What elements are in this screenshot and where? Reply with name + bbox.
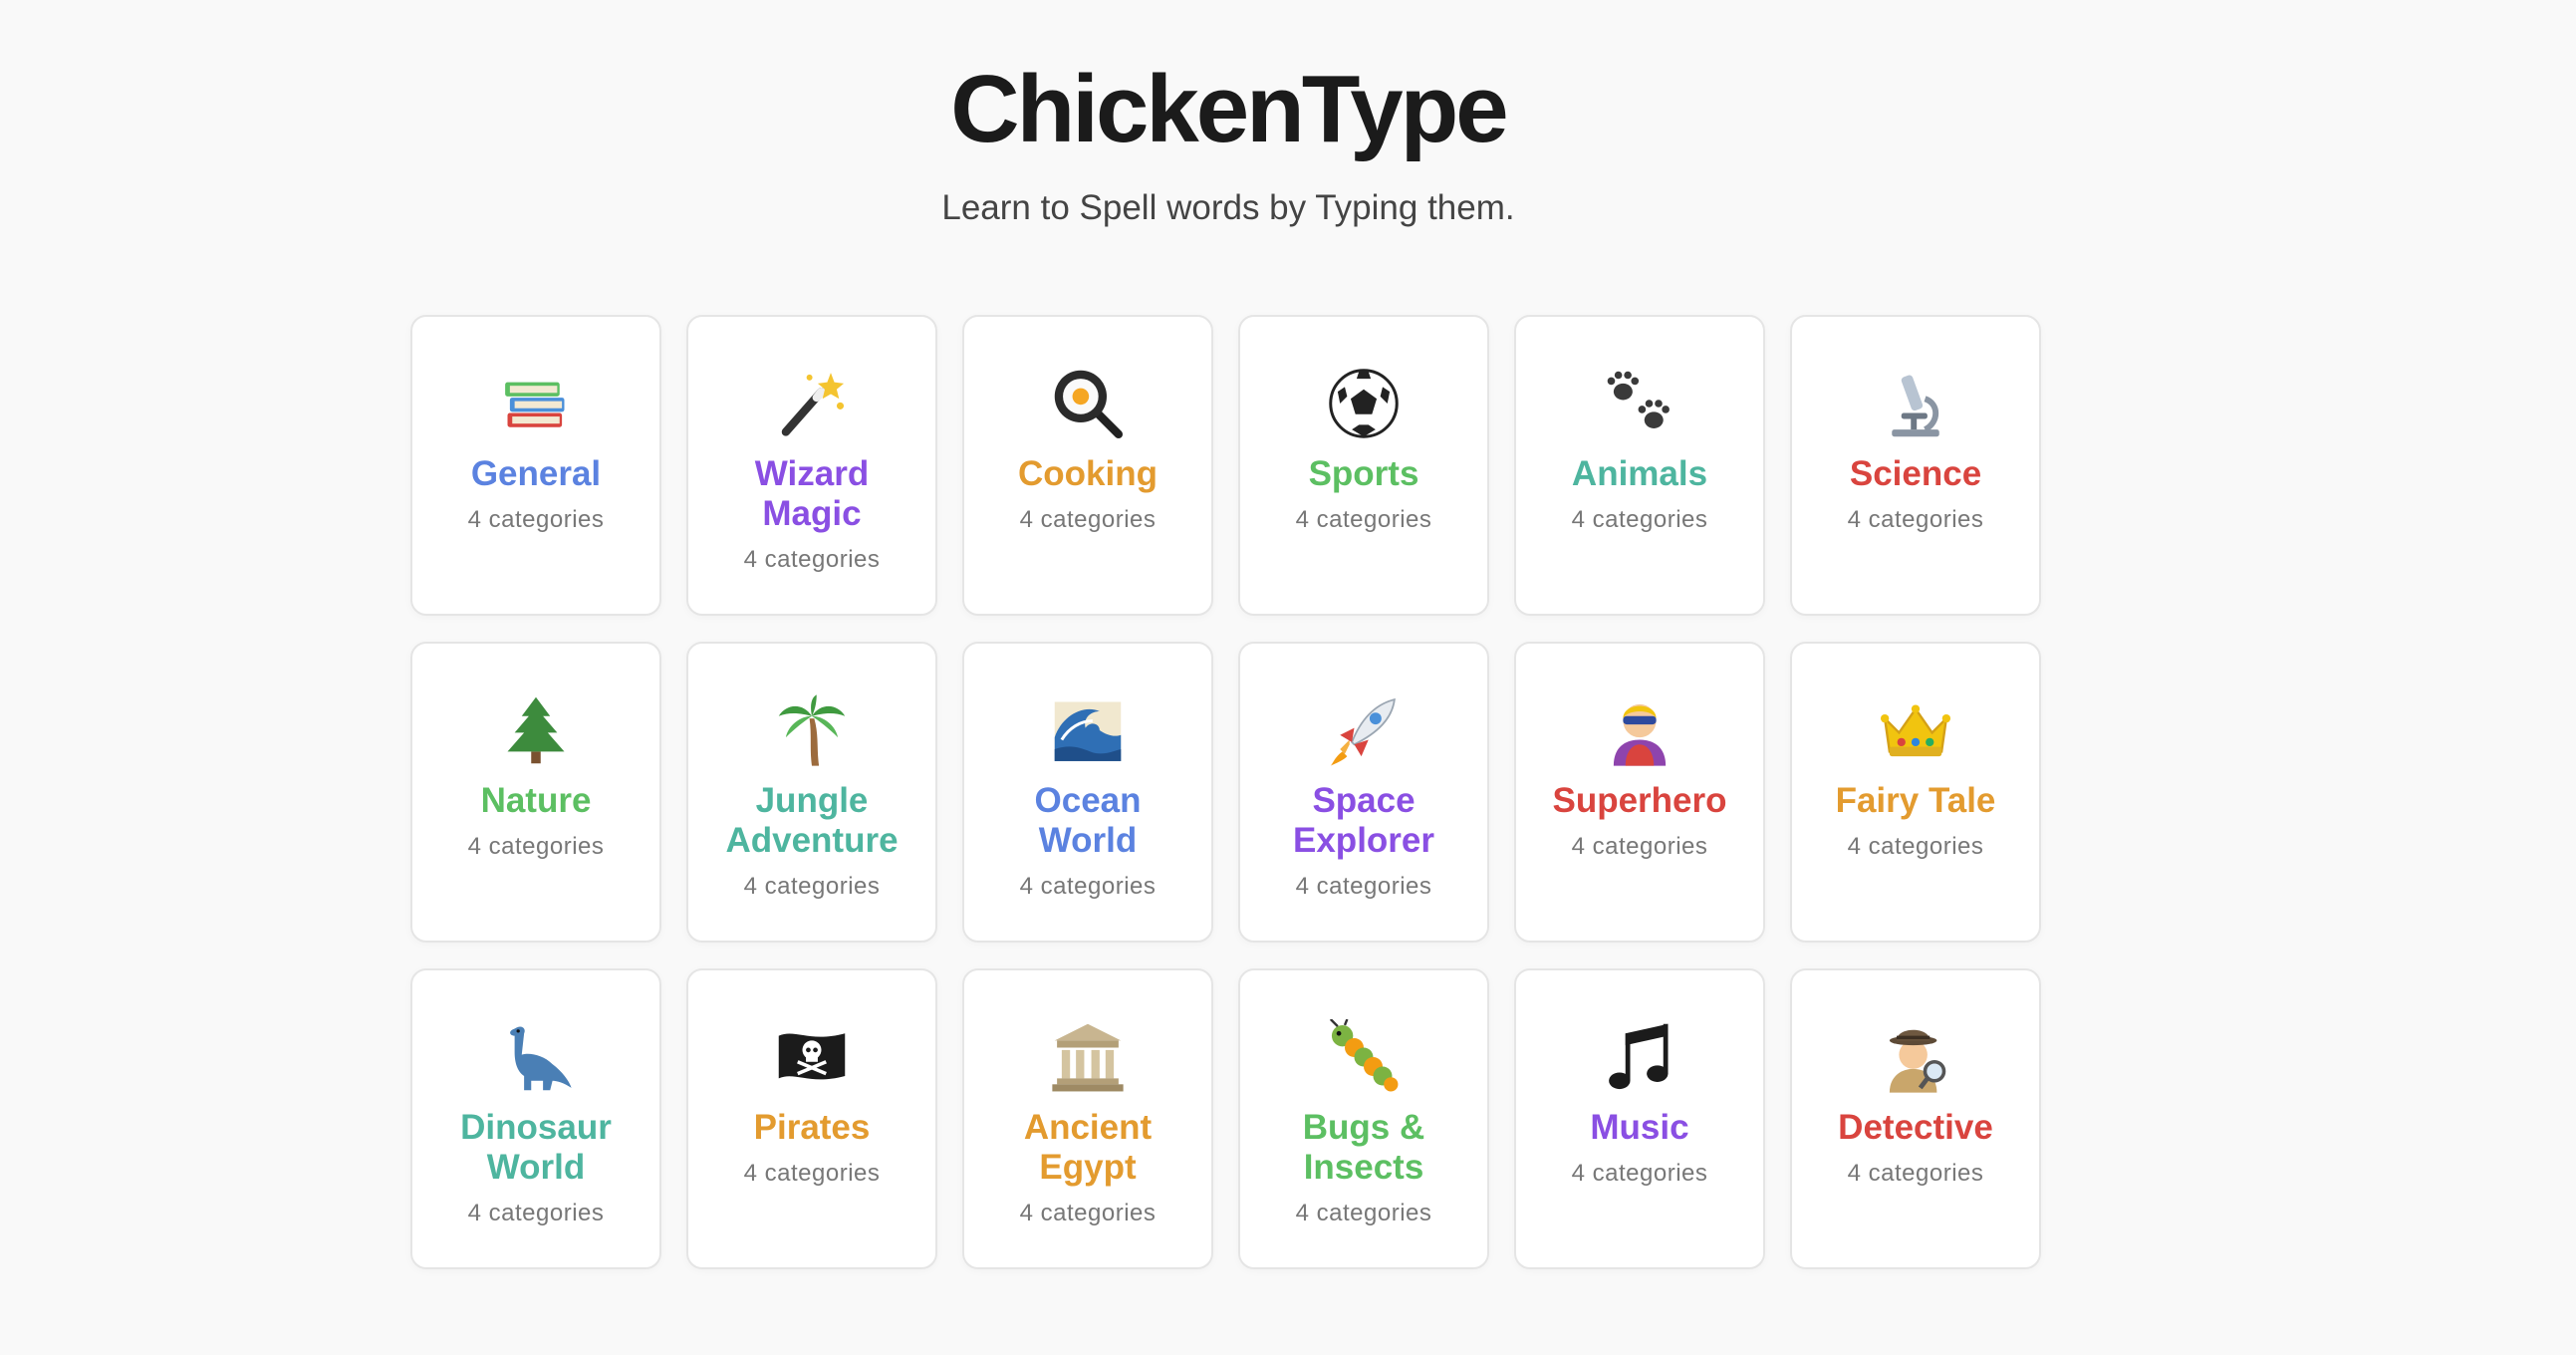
card-count: 4 categories xyxy=(1847,833,1984,860)
crown-icon xyxy=(1875,689,1956,771)
card-title: Music xyxy=(1590,1108,1689,1147)
card-music[interactable]: Music 4 categories xyxy=(1514,968,1765,1269)
card-wizard-magic[interactable]: Wizard Magic 4 categories xyxy=(686,315,937,616)
evergreen-tree-icon xyxy=(495,689,577,771)
card-fairy-tale[interactable]: Fairy Tale 4 categories xyxy=(1790,642,2041,943)
card-title: Cooking xyxy=(1018,454,1158,493)
card-title: General xyxy=(470,454,602,493)
classical-building-icon xyxy=(1047,1016,1129,1098)
card-title: Space Explorer xyxy=(1293,781,1434,860)
card-nature[interactable]: Nature 4 categories xyxy=(410,642,661,943)
pirate-flag-icon xyxy=(771,1016,853,1098)
card-title: Bugs & Insects xyxy=(1302,1108,1425,1187)
card-count: 4 categories xyxy=(1571,833,1708,860)
card-superhero[interactable]: Superhero 4 categories xyxy=(1514,642,1765,943)
card-count: 4 categories xyxy=(467,506,605,533)
card-title: Dinosaur World xyxy=(460,1108,612,1187)
card-space-explorer[interactable]: Space Explorer 4 categories xyxy=(1238,642,1489,943)
soccer-ball-icon xyxy=(1323,363,1405,444)
card-general[interactable]: General 4 categories xyxy=(410,315,661,616)
card-count: 4 categories xyxy=(467,833,605,860)
card-count: 4 categories xyxy=(1295,1200,1432,1226)
bug-icon xyxy=(1323,1016,1405,1098)
dinosaur-icon xyxy=(495,1016,577,1098)
card-title: Nature xyxy=(480,781,592,820)
magic-wand-icon xyxy=(771,363,853,444)
card-detective[interactable]: Detective 4 categories xyxy=(1790,968,2041,1269)
paw-prints-icon xyxy=(1599,363,1680,444)
card-science[interactable]: Science 4 categories xyxy=(1790,315,2041,616)
books-icon xyxy=(495,363,577,444)
card-count: 4 categories xyxy=(1295,506,1432,533)
frying-pan-icon xyxy=(1047,363,1129,444)
card-count: 4 categories xyxy=(1571,1160,1708,1187)
detective-icon xyxy=(1875,1016,1956,1098)
card-title: Ocean World xyxy=(1034,781,1142,860)
card-ocean-world[interactable]: Ocean World 4 categories xyxy=(962,642,1213,943)
card-count: 4 categories xyxy=(1019,873,1157,900)
card-title: Wizard Magic xyxy=(754,454,870,533)
card-count: 4 categories xyxy=(743,1160,881,1187)
card-title: Detective xyxy=(1838,1108,1993,1147)
card-title: Fairy Tale xyxy=(1835,781,1996,820)
page-subtitle: Learn to Spell words by Typing them. xyxy=(941,188,1515,227)
superhero-icon xyxy=(1599,689,1680,771)
card-count: 4 categories xyxy=(1571,506,1708,533)
category-grid: General 4 categories Wizard Magic 4 cate… xyxy=(410,315,2041,1269)
card-sports[interactable]: Sports 4 categories xyxy=(1238,315,1489,616)
card-ancient-egypt[interactable]: Ancient Egypt 4 categories xyxy=(962,968,1213,1269)
card-jungle-adventure[interactable]: Jungle Adventure 4 categories xyxy=(686,642,937,943)
card-count: 4 categories xyxy=(1019,1200,1157,1226)
music-note-icon xyxy=(1599,1016,1680,1098)
card-title: Pirates xyxy=(753,1108,871,1147)
page-title: ChickenType xyxy=(950,56,1508,162)
card-animals[interactable]: Animals 4 categories xyxy=(1514,315,1765,616)
card-dinosaur-world[interactable]: Dinosaur World 4 categories xyxy=(410,968,661,1269)
microscope-icon xyxy=(1875,363,1956,444)
card-title: Superhero xyxy=(1552,781,1727,820)
card-count: 4 categories xyxy=(1847,1160,1984,1187)
card-count: 4 categories xyxy=(743,873,881,900)
card-bugs-insects[interactable]: Bugs & Insects 4 categories xyxy=(1238,968,1489,1269)
page-header: ChickenType Learn to Spell words by Typi… xyxy=(0,0,2456,229)
card-count: 4 categories xyxy=(1019,506,1157,533)
card-title: Sports xyxy=(1308,454,1419,493)
card-title: Ancient Egypt xyxy=(1023,1108,1153,1187)
wave-icon xyxy=(1047,689,1129,771)
card-title: Science xyxy=(1849,454,1982,493)
card-title: Jungle Adventure xyxy=(725,781,899,860)
card-count: 4 categories xyxy=(1847,506,1984,533)
card-count: 4 categories xyxy=(467,1200,605,1226)
card-count: 4 categories xyxy=(1295,873,1432,900)
rocket-icon xyxy=(1323,689,1405,771)
card-cooking[interactable]: Cooking 4 categories xyxy=(962,315,1213,616)
card-pirates[interactable]: Pirates 4 categories xyxy=(686,968,937,1269)
card-count: 4 categories xyxy=(743,546,881,573)
palm-tree-icon xyxy=(771,689,853,771)
card-title: Animals xyxy=(1571,454,1708,493)
